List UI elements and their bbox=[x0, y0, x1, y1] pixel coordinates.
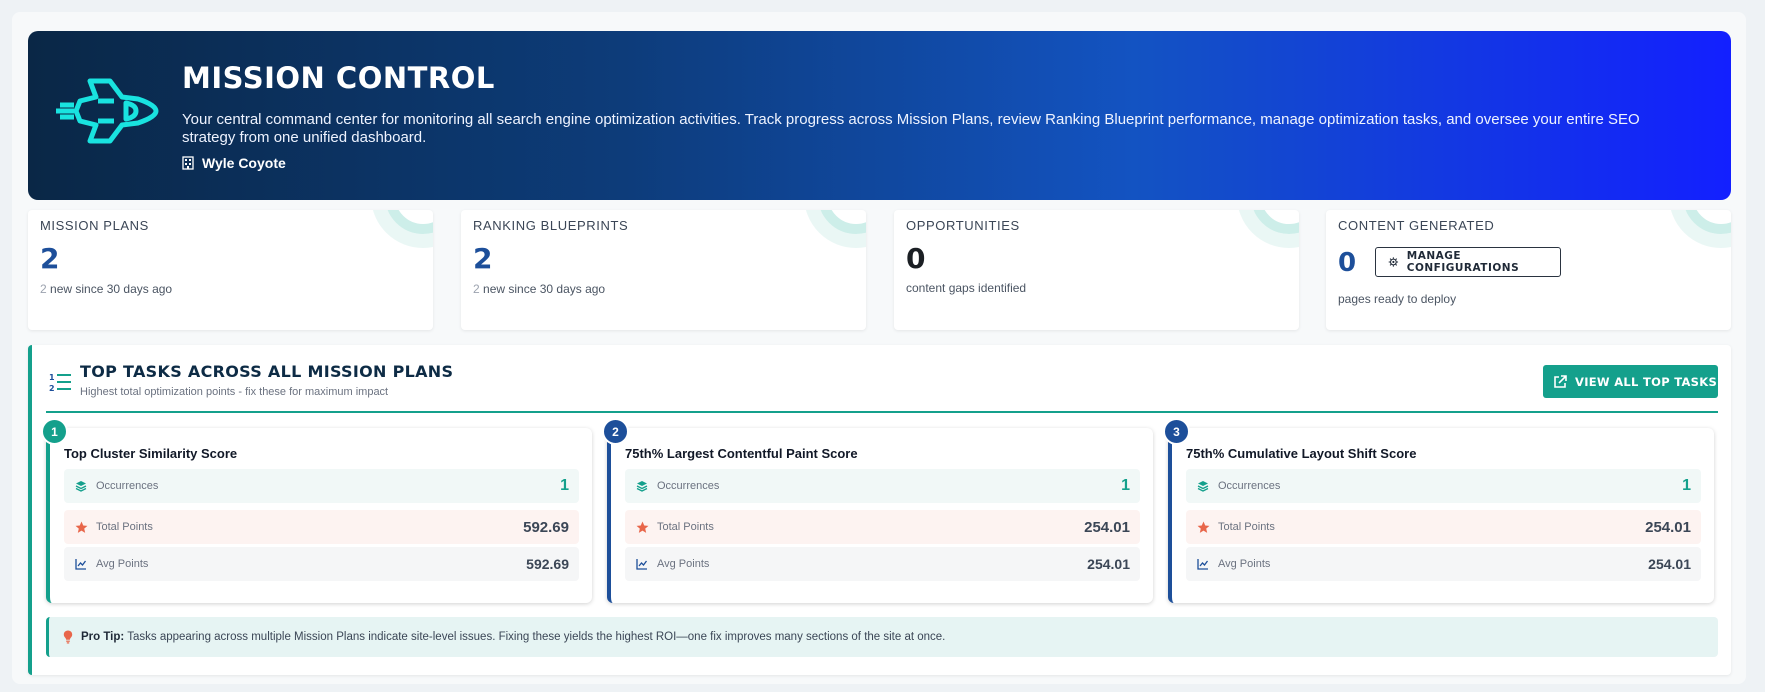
metric-value: 254.01 bbox=[1648, 556, 1691, 572]
metric-total-points: Total Points 254.01 bbox=[1186, 510, 1701, 544]
stat-subtext: content gaps identified bbox=[906, 281, 1027, 295]
metric-total-points: Total Points 592.69 bbox=[64, 510, 579, 544]
view-all-label: VIEW ALL TOP TASKS bbox=[1575, 374, 1718, 389]
stat-label: CONTENT GENERATED bbox=[1338, 218, 1495, 233]
metric-avg-points: Avg Points 592.69 bbox=[64, 547, 579, 581]
metric-label: Avg Points bbox=[96, 558, 149, 570]
star-icon bbox=[635, 520, 649, 534]
user-info: Wyle Coyote bbox=[182, 155, 286, 171]
view-all-top-tasks-button[interactable]: VIEW ALL TOP TASKS bbox=[1543, 365, 1718, 398]
stat-sub-text: new since 30 days ago bbox=[479, 282, 606, 296]
lightbulb-icon bbox=[63, 630, 73, 644]
gear-icon bbox=[1388, 257, 1399, 267]
line-chart-icon bbox=[635, 557, 649, 571]
stat-card-mission-plans: MISSION PLANS 2 2 new since 30 days ago bbox=[28, 210, 433, 330]
task-card[interactable]: 2 75th% Largest Contentful Paint Score O… bbox=[602, 418, 1153, 603]
stat-subtext: pages ready to deploy bbox=[1338, 292, 1457, 306]
rank-badge: 1 bbox=[41, 418, 68, 445]
stat-subtext: 2 new since 30 days ago bbox=[473, 282, 605, 296]
task-title: 75th% Cumulative Layout Shift Score bbox=[1186, 446, 1417, 461]
star-icon bbox=[74, 520, 88, 534]
rank-badge: 2 bbox=[602, 418, 629, 445]
ordered-list-icon: 1 2 bbox=[49, 373, 71, 393]
layers-icon bbox=[74, 479, 88, 493]
metric-value: 592.69 bbox=[526, 556, 569, 572]
metric-value: 254.01 bbox=[1087, 556, 1130, 572]
metric-label: Total Points bbox=[657, 521, 714, 533]
page-title: MISSION CONTROL bbox=[182, 61, 495, 95]
metric-occurrences: Occurrences 1 bbox=[64, 469, 579, 503]
metric-value: 254.01 bbox=[1084, 518, 1130, 536]
metric-label: Total Points bbox=[1218, 521, 1275, 533]
stat-card-content-generated: CONTENT GENERATED 0 MANAGE CONFIGURATION… bbox=[1326, 210, 1731, 330]
pro-tip: Pro Tip: Tasks appearing across multiple… bbox=[46, 617, 1718, 657]
task-title: Top Cluster Similarity Score bbox=[64, 446, 238, 461]
rank-badge: 3 bbox=[1163, 418, 1190, 445]
manage-configurations-button[interactable]: MANAGE CONFIGURATIONS bbox=[1375, 247, 1561, 277]
tip-body: Tasks appearing across multiple Mission … bbox=[124, 631, 946, 643]
metric-avg-points: Avg Points 254.01 bbox=[625, 547, 1140, 581]
line-chart-icon bbox=[74, 557, 88, 571]
tip-label: Pro Tip: bbox=[81, 631, 125, 643]
svg-text:2: 2 bbox=[49, 384, 55, 393]
stat-label: OPPORTUNITIES bbox=[906, 218, 1020, 233]
task-title: 75th% Largest Contentful Paint Score bbox=[625, 446, 858, 461]
svg-text:1: 1 bbox=[49, 373, 55, 382]
metric-value: 254.01 bbox=[1645, 518, 1691, 536]
metric-avg-points: Avg Points 254.01 bbox=[1186, 547, 1701, 581]
metric-occurrences: Occurrences 1 bbox=[1186, 469, 1701, 503]
stat-card-opportunities: OPPORTUNITIES 0 content gaps identified bbox=[894, 210, 1299, 330]
stat-sub-count: 2 bbox=[473, 282, 480, 296]
hero-description: Your central command center for monitori… bbox=[182, 111, 1640, 146]
stat-sub-text: new since 30 days ago bbox=[46, 282, 173, 296]
divider bbox=[46, 411, 1718, 413]
stat-value: 0 bbox=[1338, 248, 1357, 278]
spaceship-icon bbox=[56, 78, 159, 144]
top-tasks-panel: 1 2 TOP TASKS ACROSS ALL MISSION PLANS H… bbox=[28, 345, 1731, 675]
metric-total-points: Total Points 254.01 bbox=[625, 510, 1140, 544]
external-link-icon bbox=[1554, 374, 1567, 388]
stat-value: 2 bbox=[473, 242, 493, 275]
user-name: Wyle Coyote bbox=[202, 155, 286, 171]
metric-label: Total Points bbox=[96, 521, 153, 533]
layers-icon bbox=[1196, 479, 1210, 493]
line-chart-icon bbox=[1196, 557, 1210, 571]
layers-icon bbox=[635, 479, 649, 493]
metric-value: 1 bbox=[560, 477, 569, 494]
metric-label: Avg Points bbox=[657, 558, 710, 570]
metric-value: 1 bbox=[1121, 477, 1130, 494]
panel-subtitle: Highest total optimization points - fix … bbox=[80, 386, 389, 398]
star-icon bbox=[1196, 520, 1210, 534]
stat-value: 0 bbox=[906, 242, 926, 275]
stat-sub-count: 2 bbox=[40, 282, 47, 296]
stat-label: MISSION PLANS bbox=[40, 218, 149, 233]
metric-label: Occurrences bbox=[1218, 480, 1281, 492]
stat-card-ranking-blueprints: RANKING BLUEPRINTS 2 2 new since 30 days… bbox=[461, 210, 866, 330]
metric-label: Avg Points bbox=[1218, 558, 1271, 570]
hero-banner: MISSION CONTROL Your central command cen… bbox=[28, 31, 1731, 200]
stat-subtext: 2 new since 30 days ago bbox=[40, 282, 172, 296]
stat-label: RANKING BLUEPRINTS bbox=[473, 218, 629, 233]
stat-value: 2 bbox=[40, 242, 60, 275]
manage-configurations-label: MANAGE CONFIGURATIONS bbox=[1406, 250, 1520, 274]
metric-value: 1 bbox=[1682, 477, 1691, 494]
metric-occurrences: Occurrences 1 bbox=[625, 469, 1140, 503]
metric-label: Occurrences bbox=[96, 480, 159, 492]
metric-value: 592.69 bbox=[523, 518, 569, 536]
task-card[interactable]: 1 Top Cluster Similarity Score Occurrenc… bbox=[41, 418, 592, 603]
metric-label: Occurrences bbox=[657, 480, 720, 492]
tip-text: Pro Tip: Tasks appearing across multiple… bbox=[81, 631, 945, 643]
panel-title: TOP TASKS ACROSS ALL MISSION PLANS bbox=[80, 362, 454, 381]
building-icon bbox=[182, 156, 194, 170]
task-card[interactable]: 3 75th% Cumulative Layout Shift Score Oc… bbox=[1163, 418, 1714, 603]
